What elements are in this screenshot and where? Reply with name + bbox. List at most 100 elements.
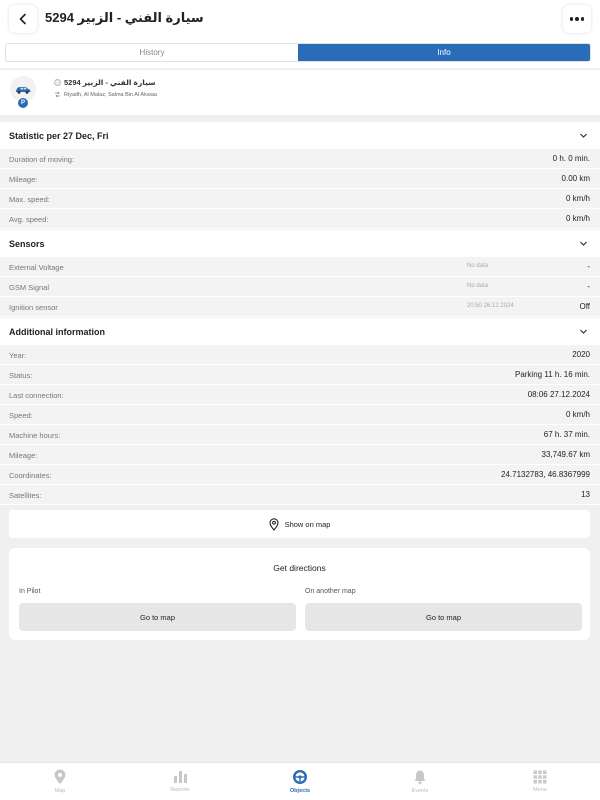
go-to-map-other-button[interactable]: Go to map <box>305 603 582 631</box>
chevron-left-icon <box>19 13 26 25</box>
nav-label: Map <box>54 788 66 794</box>
tab-history[interactable]: History <box>6 44 298 61</box>
map-pin-icon <box>269 517 279 531</box>
row-meta: 20:50 26.12.2024 <box>467 303 514 309</box>
bottom-navigation: Map Reports Objects Events Menu <box>0 762 600 800</box>
show-on-map-button[interactable]: Show on map <box>9 510 590 538</box>
table-row: GSM Signal No data - <box>0 277 600 297</box>
tabs-container: History Info <box>0 38 600 68</box>
nav-label: Events <box>411 788 429 794</box>
show-on-map-label: Show on map <box>284 519 331 529</box>
more-button[interactable] <box>563 5 591 33</box>
directions-card: Get directions In Pilot On another map G… <box>9 548 590 640</box>
row-label: Last connection: <box>9 391 64 400</box>
object-name-row: سيارة الفني - الزبير 5294 <box>54 78 156 87</box>
nav-item-reports[interactable]: Reports <box>120 763 240 800</box>
bar-chart-icon <box>173 771 187 783</box>
steering-wheel-icon <box>293 770 307 784</box>
directions-title: Get directions <box>273 563 326 573</box>
row-value: 13 <box>581 490 590 499</box>
row-value: 2020 <box>572 350 590 359</box>
chevron-down-icon <box>580 241 587 246</box>
row-label: Status: <box>9 371 33 380</box>
row-value: - <box>587 262 590 271</box>
row-label: Satellites: <box>9 491 42 500</box>
row-meta: No data <box>467 263 489 269</box>
segmented-tabs: History Info <box>5 43 591 62</box>
table-row: Mileage: 33,749.67 km <box>0 445 600 465</box>
statistic-section-header[interactable]: Statistic per 27 Dec, Fri <box>0 122 600 149</box>
another-map-label: On another map <box>305 588 356 595</box>
row-value: 67 h. 37 min. <box>543 430 590 439</box>
page-title: سيارة الفني - الزبير 5294 <box>45 10 204 25</box>
nav-item-menu[interactable]: Menu <box>480 763 600 800</box>
row-value: Parking 11 h. 16 min. <box>514 370 590 379</box>
grid-icon <box>533 770 547 784</box>
back-button[interactable] <box>9 5 37 33</box>
table-row: Duration of moving: 0 h. 0 min. <box>0 149 600 169</box>
tab-info[interactable]: Info <box>298 44 590 61</box>
parking-badge: P <box>18 98 28 108</box>
row-value: - <box>587 282 590 291</box>
row-value: Off <box>579 302 590 311</box>
bell-icon <box>414 770 426 785</box>
status-dot-icon <box>54 79 61 86</box>
nav-item-events[interactable]: Events <box>360 763 480 800</box>
row-meta: No data <box>467 283 489 289</box>
object-address: Riyadh, Al Malaz, Salma Bin Al Akwaa <box>64 91 157 98</box>
nav-label: Reports <box>170 787 190 793</box>
route-icon <box>55 91 60 98</box>
row-label: Avg. speed: <box>9 215 49 224</box>
more-dots-icon <box>569 17 574 21</box>
section-title: Sensors <box>9 238 45 249</box>
in-pilot-label: In Pilot <box>19 588 41 595</box>
table-row: External Voltage No data - <box>0 257 600 277</box>
object-card[interactable]: P سيارة الفني - الزبير 5294 Riyadh, Al M… <box>0 70 600 115</box>
row-value: 0.00 km <box>561 174 590 183</box>
row-value: 0 km/h <box>565 214 590 223</box>
table-row: Ignition sensor 20:50 26.12.2024 Off <box>0 297 600 317</box>
row-value: 08:06 27.12.2024 <box>527 390 590 399</box>
object-address-row: Riyadh, Al Malaz, Salma Bin Al Akwaa <box>54 91 157 98</box>
section-title: Statistic per 27 Dec, Fri <box>9 130 109 141</box>
row-value: 0 h. 0 min. <box>552 154 590 163</box>
table-row: Speed: 0 km/h <box>0 405 600 425</box>
row-label: Max. speed: <box>9 195 50 204</box>
row-label: Speed: <box>9 411 33 420</box>
row-value: 0 km/h <box>565 410 590 419</box>
row-label: GSM Signal <box>9 283 50 292</box>
row-value: 24.7132783, 46.8367999 <box>501 470 590 479</box>
table-row: Last connection: 08:06 27.12.2024 <box>0 385 600 405</box>
table-row: Year: 2020 <box>0 345 600 365</box>
nav-label: Menu <box>533 787 547 793</box>
row-value: 0 km/h <box>565 194 590 203</box>
row-label: Duration of moving: <box>9 155 75 164</box>
object-name: سيارة الفني - الزبير 5294 <box>64 78 156 87</box>
nav-label: Objects <box>289 788 311 794</box>
additional-section-header[interactable]: Additional information <box>0 318 600 345</box>
row-label: Ignition sensor <box>9 303 58 312</box>
table-row: Satellites: 13 <box>0 485 600 505</box>
sensors-section-header[interactable]: Sensors <box>0 230 600 257</box>
nav-item-map[interactable]: Map <box>0 763 120 800</box>
chevron-down-icon <box>580 133 587 138</box>
table-row: Coordinates: 24.7132783, 46.8367999 <box>0 465 600 485</box>
row-label: External Voltage <box>9 263 64 272</box>
table-row: Max. speed: 0 km/h <box>0 189 600 209</box>
car-icon <box>16 86 31 94</box>
row-value: 33,749.67 km <box>541 450 590 459</box>
section-title: Additional information <box>9 326 105 337</box>
row-label: Mileage: <box>9 451 38 460</box>
chevron-down-icon <box>580 329 587 334</box>
row-label: Year: <box>9 351 27 360</box>
row-label: Machine hours: <box>9 431 61 440</box>
row-label: Mileage: <box>9 175 38 184</box>
table-row: Avg. speed: 0 km/h <box>0 209 600 229</box>
table-row: Machine hours: 67 h. 37 min. <box>0 425 600 445</box>
nav-item-objects[interactable]: Objects <box>240 763 360 800</box>
top-bar: سيارة الفني - الزبير 5294 <box>0 0 600 38</box>
map-pin-icon <box>54 769 66 784</box>
table-row: Mileage: 0.00 km <box>0 169 600 189</box>
row-label: Coordinates: <box>9 471 52 480</box>
go-to-map-pilot-button[interactable]: Go to map <box>19 603 296 631</box>
